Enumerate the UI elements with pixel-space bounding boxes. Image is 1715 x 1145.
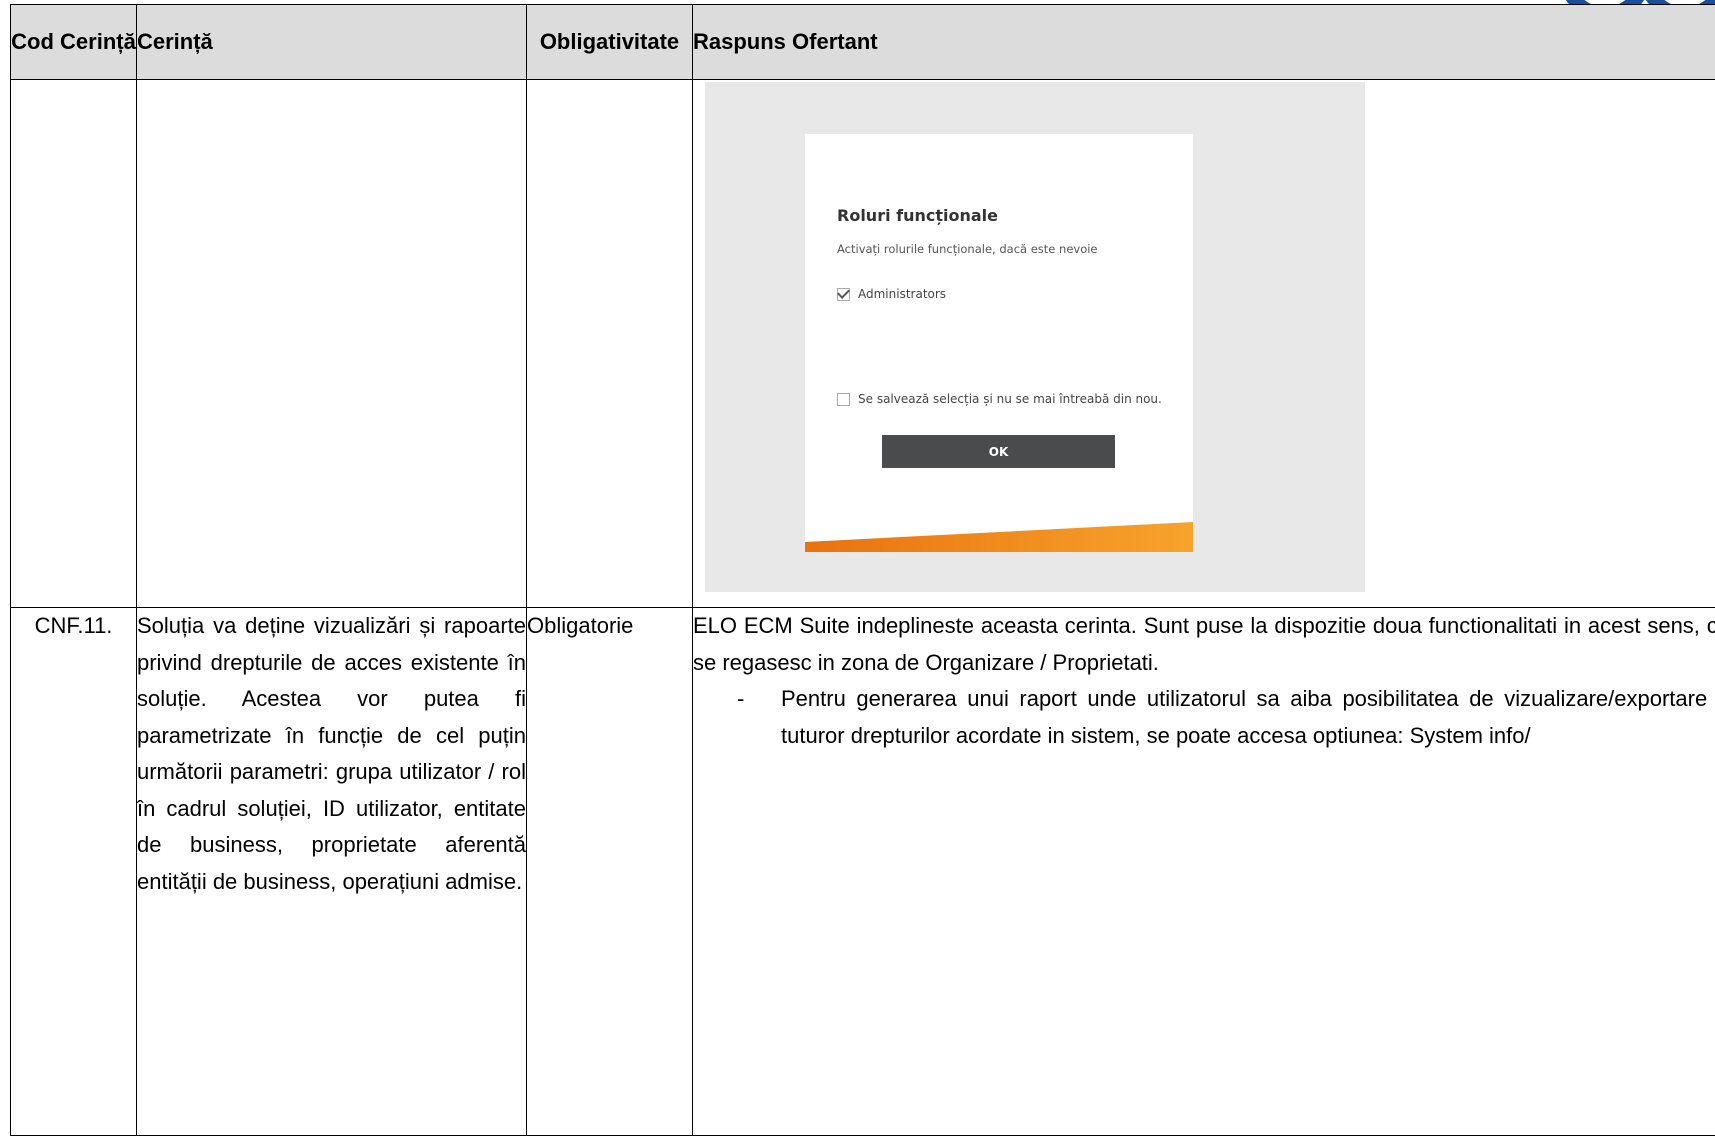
- checkmark-icon: [837, 287, 850, 301]
- response-list: Pentru generarea unui raport unde utiliz…: [693, 681, 1715, 754]
- empty-checkbox-icon: [837, 392, 850, 406]
- administrators-checkbox[interactable]: Administrators: [837, 287, 946, 301]
- table-row: Roluri funcționale Activați rolurile fun…: [10, 79, 1715, 608]
- table-header-row: Cod Cerință Cerință Obligativitate Raspu…: [10, 4, 1715, 80]
- response-list-item: Pentru generarea unui raport unde utiliz…: [693, 681, 1715, 754]
- screenshot-functional-roles: Roluri funcționale Activați rolurile fun…: [705, 82, 1365, 592]
- row2-response: ELO ECM Suite indeplineste aceasta cerin…: [692, 607, 1715, 1136]
- administrators-label: Administrators: [858, 287, 947, 301]
- row1-code: [10, 79, 137, 608]
- row2-mandatory: Obligatorie: [526, 607, 693, 1136]
- header-mandatory: Obligativitate: [526, 4, 693, 80]
- header-response: Raspuns Ofertant: [692, 4, 1715, 80]
- header-requirement: Cerință: [136, 4, 527, 80]
- dialog-title: Roluri funcționale: [837, 206, 999, 225]
- ok-button[interactable]: OK: [882, 435, 1115, 468]
- table-row: CNF.11. Soluția va deține vizualizări și…: [10, 607, 1715, 1136]
- dialog-subtitle: Activați rolurile funcționale, dacă este…: [837, 242, 1098, 256]
- response-intro: ELO ECM Suite indeplineste aceasta cerin…: [693, 613, 1715, 675]
- save-selection-checkbox[interactable]: Se salvează selecția și nu se mai întrea…: [837, 392, 1162, 406]
- row1-mandatory: [526, 79, 693, 608]
- header-code: Cod Cerință: [10, 4, 137, 80]
- row2-requirement: Soluția va deține vizualizări și rapoart…: [136, 607, 527, 1136]
- row2-code: CNF.11.: [10, 607, 137, 1136]
- requirements-table: Cod Cerință Cerință Obligativitate Raspu…: [10, 4, 1715, 1136]
- row1-response: Roluri funcționale Activați rolurile fun…: [692, 79, 1715, 608]
- row1-requirement: [136, 79, 527, 608]
- save-selection-label: Se salvează selecția și nu se mai întrea…: [858, 392, 1162, 406]
- orange-wave-decoration: [805, 522, 1193, 552]
- functional-roles-dialog: Roluri funcționale Activați rolurile fun…: [805, 134, 1193, 552]
